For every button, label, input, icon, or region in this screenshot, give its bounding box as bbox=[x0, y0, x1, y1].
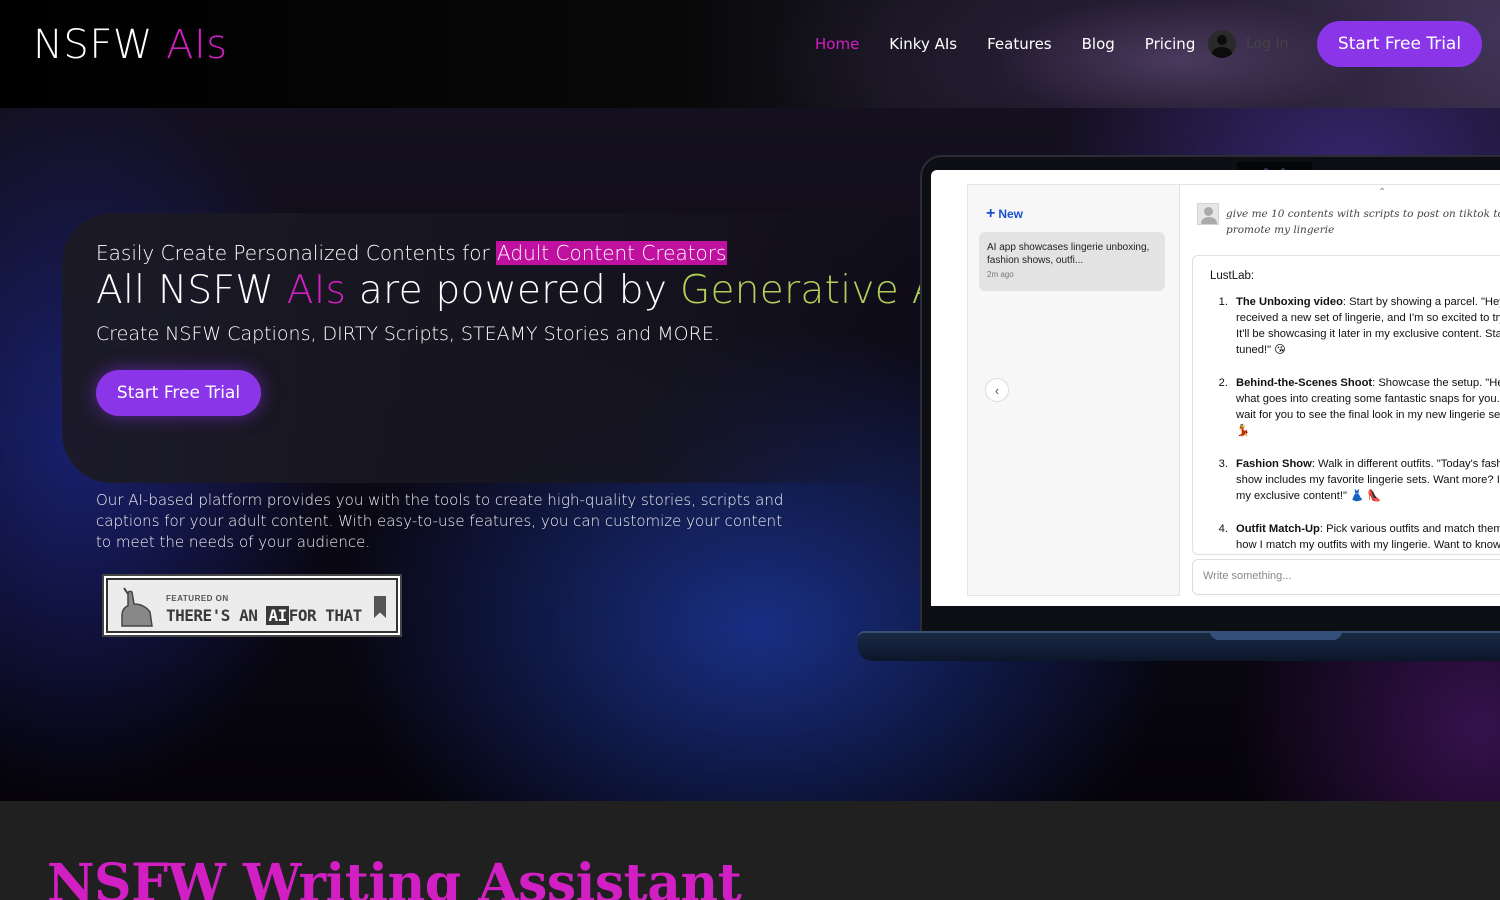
nav-features[interactable]: Features bbox=[987, 35, 1052, 53]
section-title: NSFW Writing Assistant bbox=[47, 853, 742, 900]
badge-title-suffix: FOR THAT bbox=[288, 606, 363, 625]
login-label: Log In bbox=[1246, 36, 1289, 52]
chat-history-item[interactable]: AI app showcases lingerie unboxing, fash… bbox=[979, 232, 1165, 291]
bookmark-icon bbox=[374, 596, 386, 618]
item-body: Outfit Match-Up: Pick various outfits an… bbox=[1236, 521, 1500, 553]
hero-subline: Create NSFW Captions, DIRTY Scripts, STE… bbox=[96, 323, 720, 345]
list-item: 4. Outfit Match-Up: Pick various outfits … bbox=[1210, 521, 1500, 553]
user-avatar-icon bbox=[1208, 30, 1236, 58]
item-body: Behind-the-Scenes Shoot: Showcase the se… bbox=[1236, 375, 1500, 439]
site-header: NSFW AIs Home Kinky AIs Features Blog Pr… bbox=[0, 0, 1500, 108]
new-chat-button[interactable]: + New bbox=[986, 205, 1023, 223]
hero-description: Our AI-based platform provides you with … bbox=[96, 491, 784, 551]
item-title: Fashion Show bbox=[1236, 458, 1312, 470]
item-number: 2. bbox=[1218, 377, 1228, 389]
chat-input[interactable]: Write something... bbox=[1192, 559, 1500, 595]
item-number: 1. bbox=[1218, 296, 1228, 308]
item-title: Behind-the-Scenes Shoot bbox=[1236, 377, 1373, 389]
headline-part-3: are powered by bbox=[358, 268, 668, 313]
headline-part-1: All NSFW bbox=[96, 268, 275, 313]
robot-arm-icon bbox=[121, 587, 153, 627]
headline-part-ais: AIs bbox=[286, 268, 347, 313]
item-title: Outfit Match-Up bbox=[1236, 523, 1320, 535]
header-start-trial-button[interactable]: Start Free Trial bbox=[1317, 21, 1482, 67]
item-number: 3. bbox=[1218, 458, 1228, 470]
badge-inner: FEATURED ON THERE'S AN AI FOR THAT bbox=[106, 578, 398, 633]
main-nav: Home Kinky AIs Features Blog Pricing bbox=[815, 35, 1225, 53]
login-button[interactable]: Log In bbox=[1208, 30, 1288, 58]
laptop-base bbox=[858, 631, 1500, 661]
hero-headline: All NSFW AIs are powered by Generative A… bbox=[96, 268, 950, 313]
hero-start-trial-button[interactable]: Start Free Trial bbox=[96, 370, 261, 416]
item-title: The Unboxing video bbox=[1236, 296, 1343, 308]
featured-badge[interactable]: FEATURED ON THERE'S AN AI FOR THAT bbox=[102, 574, 402, 637]
badge-title: THERE'S AN AI FOR THAT bbox=[166, 606, 362, 625]
plus-icon: + bbox=[986, 205, 996, 222]
logo-word-ais: AIs bbox=[166, 22, 228, 68]
badge-featured-text: FEATURED ON bbox=[166, 594, 229, 603]
hero-section: Easily Create Personalized Contents for … bbox=[0, 108, 1500, 801]
nav-blog[interactable]: Blog bbox=[1082, 35, 1115, 53]
item-body: Fashion Show: Walk in different outfits.… bbox=[1236, 456, 1500, 504]
hero-tagline: Easily Create Personalized Contents for … bbox=[96, 241, 728, 265]
headline-part-generative: Generative AI bbox=[679, 268, 951, 313]
reply-list: 1. The Unboxing video: Start by showing a… bbox=[1210, 294, 1500, 554]
tagline-prefix: Easily Create Personalized Contents for bbox=[96, 241, 490, 265]
item-body: The Unboxing video: Start by showing a p… bbox=[1236, 294, 1500, 358]
chevron-left-icon[interactable]: ‹ bbox=[985, 378, 1009, 402]
list-item: 3. Fashion Show: Walk in different outfit… bbox=[1210, 456, 1500, 504]
badge-title-ai: AI bbox=[266, 606, 289, 625]
badge-title-prefix: THERE'S AN bbox=[166, 606, 258, 625]
app-screenshot: + New AI app showcases lingerie unboxing,… bbox=[931, 170, 1500, 606]
nav-pricing[interactable]: Pricing bbox=[1145, 35, 1196, 53]
list-item: 1. The Unboxing video: Start by showing a… bbox=[1210, 294, 1500, 358]
history-time: 2m ago bbox=[987, 270, 1014, 279]
item-number: 4. bbox=[1218, 523, 1228, 535]
assistant-reply: LustLab: 1. The Unboxing video: Start by … bbox=[1192, 255, 1500, 555]
writing-assistant-section: NSFW Writing Assistant bbox=[0, 801, 1500, 900]
chat-panel: ⌃ give me 10 contents with scripts to po… bbox=[1180, 184, 1500, 596]
user-message: give me 10 contents with scripts to post… bbox=[1226, 208, 1500, 236]
logo-word-nsfw: NSFW bbox=[33, 22, 153, 68]
history-title: AI app showcases lingerie unboxing, fash… bbox=[987, 242, 1150, 266]
caret-up-icon[interactable]: ⌃ bbox=[1378, 187, 1386, 198]
user-avatar-icon bbox=[1197, 203, 1219, 225]
tagline-highlight: Adult Content Creators bbox=[496, 241, 728, 265]
list-item: 2. Behind-the-Scenes Shoot: Showcase the … bbox=[1210, 375, 1500, 439]
nav-kinky-ais[interactable]: Kinky AIs bbox=[889, 35, 957, 53]
site-logo[interactable]: NSFW AIs bbox=[33, 22, 228, 68]
new-chat-label: New bbox=[998, 207, 1024, 221]
reply-author: LustLab: bbox=[1210, 270, 1255, 282]
laptop-hinge bbox=[1210, 631, 1342, 640]
nav-home[interactable]: Home bbox=[815, 35, 859, 53]
